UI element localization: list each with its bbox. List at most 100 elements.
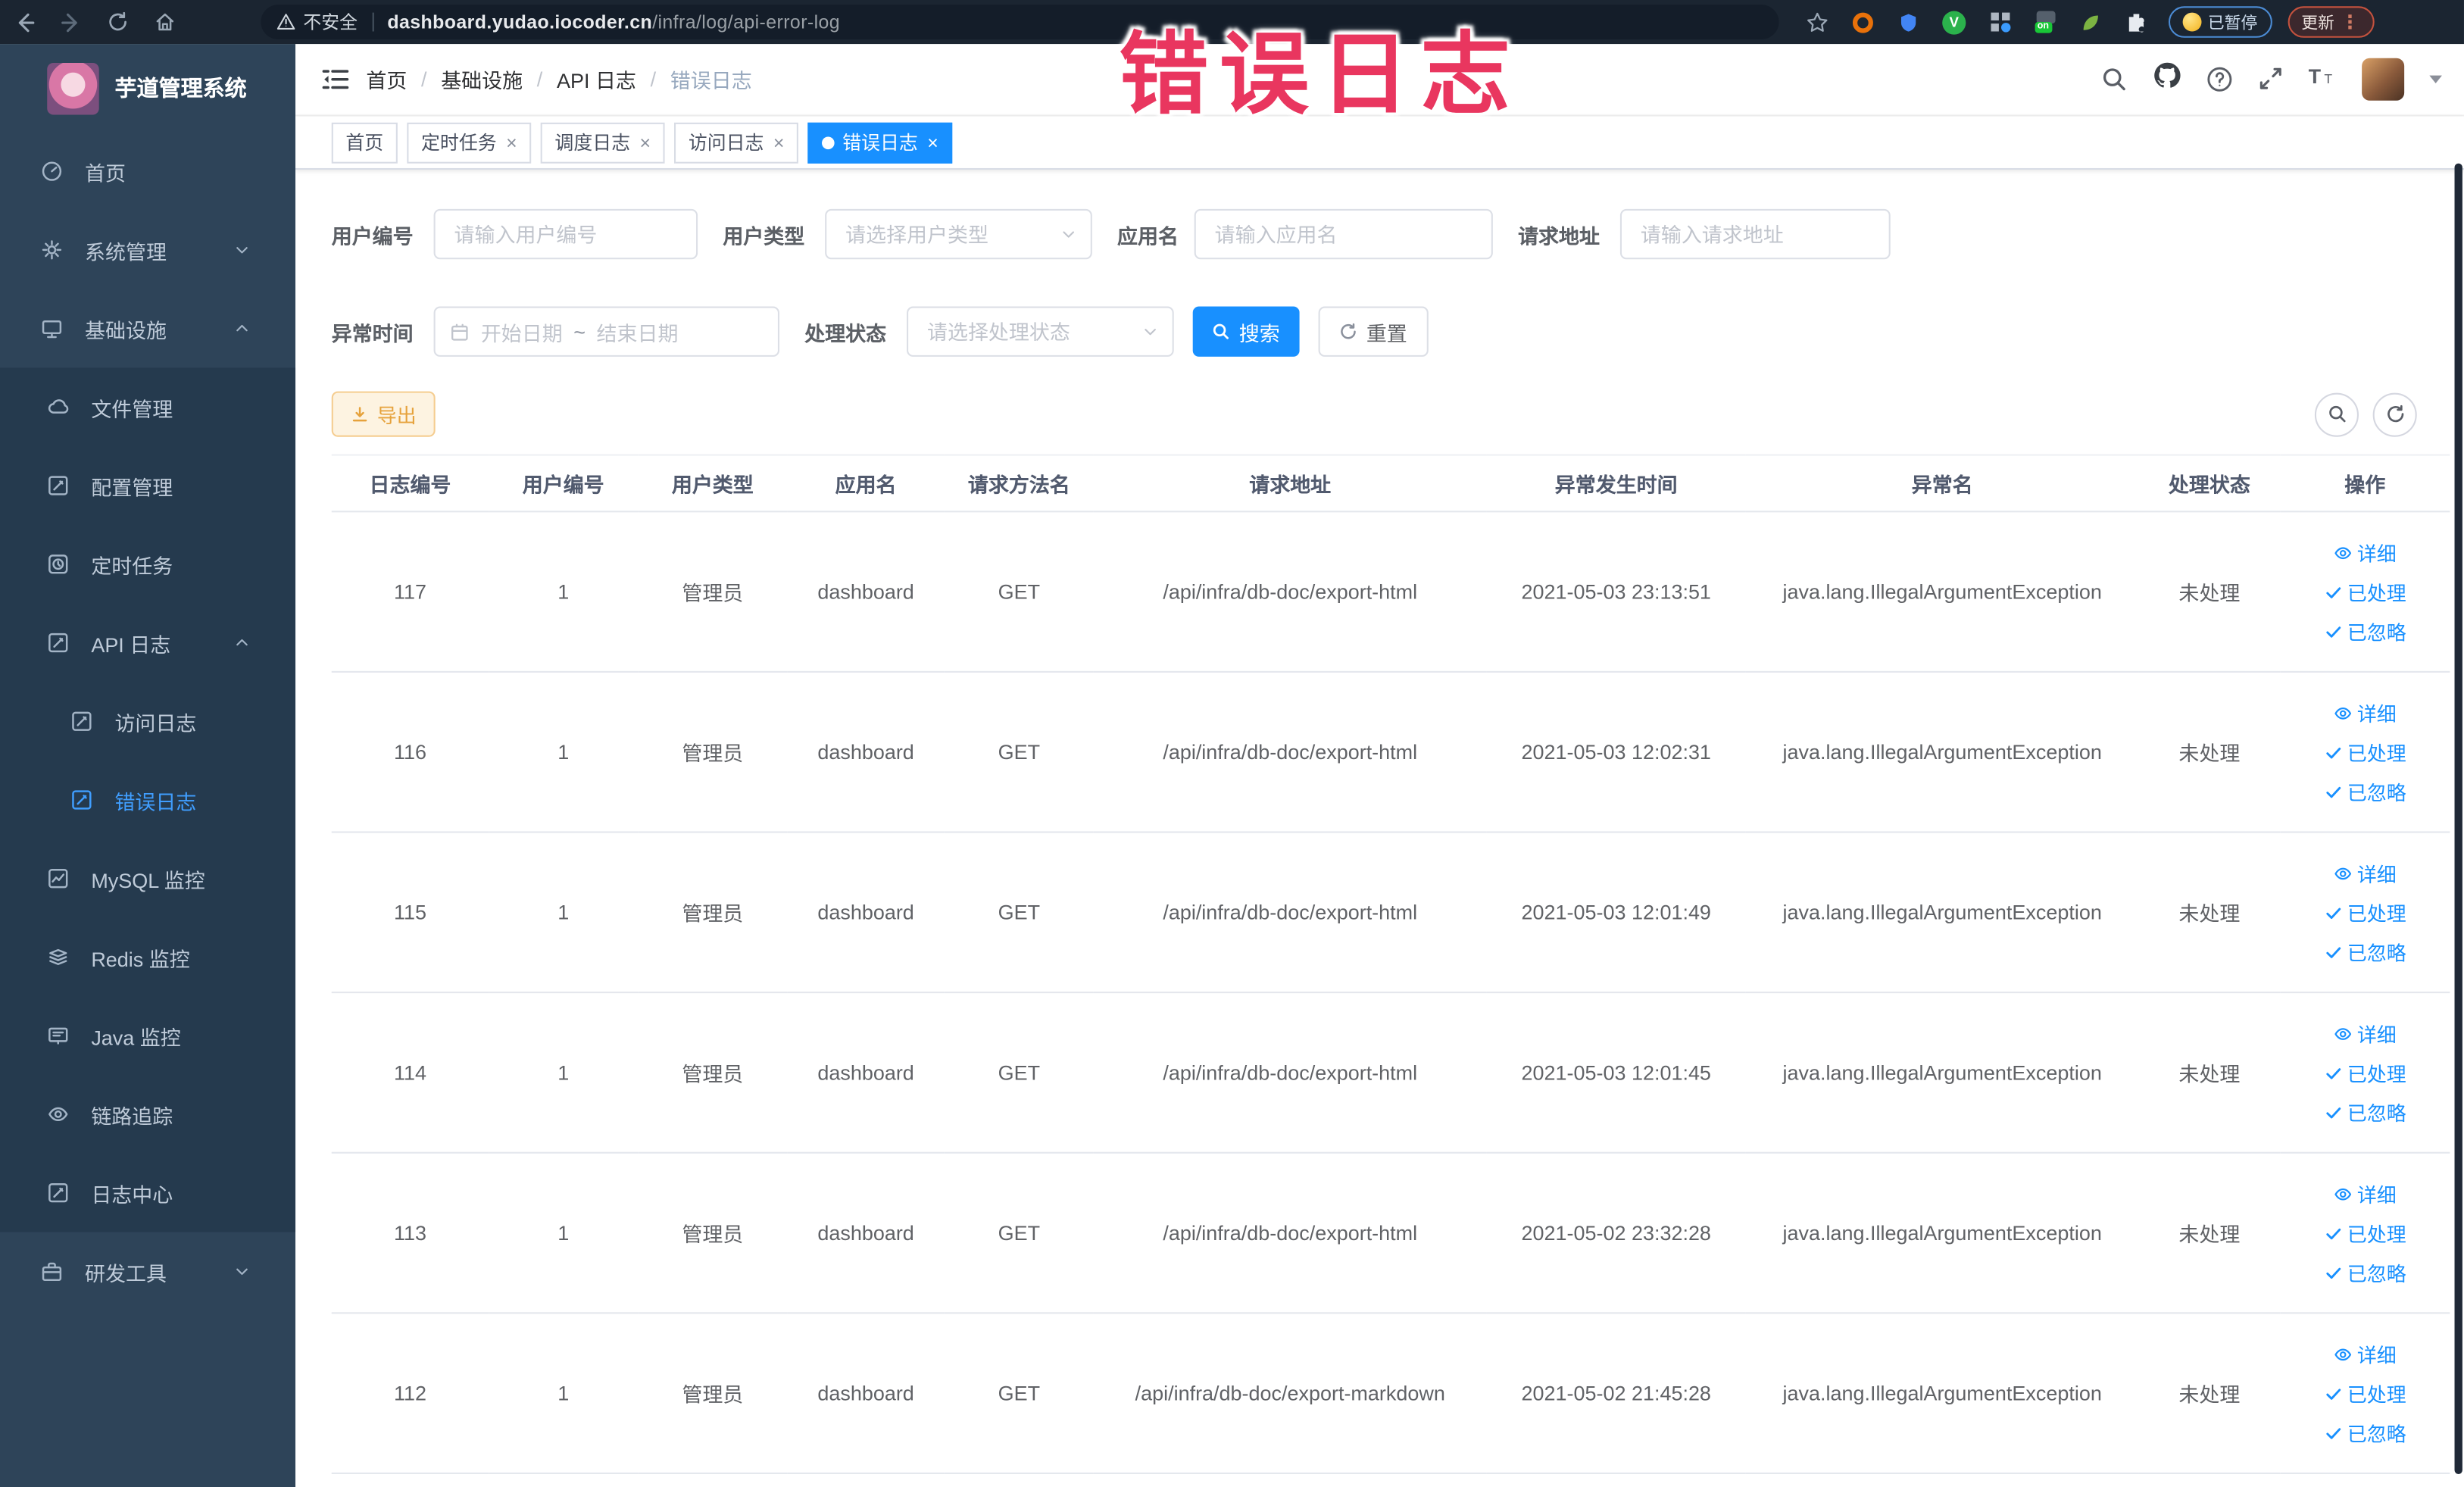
github-icon[interactable] bbox=[2153, 61, 2181, 98]
processed-link[interactable]: 已处理 bbox=[2324, 1218, 2406, 1248]
sidebar-item-error-logs[interactable]: 错误日志 bbox=[0, 761, 295, 839]
reset-button[interactable]: 重置 bbox=[1318, 306, 1429, 357]
tab-dispatch-logs[interactable]: 调度日志 × bbox=[540, 121, 665, 163]
breadcrumb-infrastructure[interactable]: 基础设施 bbox=[441, 64, 523, 94]
sidebar-item-access-logs[interactable]: 访问日志 bbox=[0, 682, 295, 761]
check-icon bbox=[2325, 746, 2341, 758]
sidebar-item-link-tracing[interactable]: 链路追踪 bbox=[0, 1075, 295, 1154]
bookmark-star-icon[interactable] bbox=[1794, 10, 1840, 33]
ignored-link[interactable]: 已忽略 bbox=[2324, 936, 2406, 966]
export-button[interactable]: 导出 bbox=[331, 391, 436, 437]
table-cell: 管理员 bbox=[638, 1152, 788, 1314]
detail-link[interactable]: 详细 bbox=[2334, 1339, 2397, 1369]
ignored-link[interactable]: 已忽略 bbox=[2324, 1257, 2406, 1287]
detail-link[interactable]: 详细 bbox=[2334, 858, 2397, 888]
header-search-icon[interactable] bbox=[2101, 65, 2128, 93]
sidebar-item-scheduled-tasks[interactable]: 定时任务 bbox=[0, 525, 295, 604]
breadcrumb: 首页 / 基础设施 / API 日志 / 错误日志 bbox=[366, 64, 751, 94]
user-menu-caret-icon[interactable] bbox=[2429, 75, 2442, 83]
ignored-link[interactable]: 已忽略 bbox=[2324, 1097, 2406, 1126]
fullscreen-icon[interactable] bbox=[2258, 65, 2283, 93]
extension-leaf-icon[interactable] bbox=[2068, 12, 2113, 33]
sidebar-item-file-management[interactable]: 文件管理 bbox=[0, 367, 295, 446]
sidebar-item-config-management[interactable]: 配置管理 bbox=[0, 446, 295, 525]
extension-on-badge-icon[interactable]: on bbox=[2022, 11, 2068, 33]
sidebar-item-api-logs[interactable]: API 日志 bbox=[0, 604, 295, 683]
processed-link[interactable]: 已处理 bbox=[2324, 1378, 2406, 1407]
detail-link[interactable]: 详细 bbox=[2334, 538, 2397, 567]
search-button[interactable]: 搜索 bbox=[1192, 306, 1300, 357]
browser-back-icon[interactable] bbox=[0, 3, 47, 41]
browser-home-icon[interactable] bbox=[142, 3, 189, 41]
processed-link[interactable]: 已处理 bbox=[2324, 737, 2406, 767]
sidebar-item-java-monitor[interactable]: Java 监控 bbox=[0, 996, 295, 1075]
user-id-input[interactable] bbox=[433, 208, 698, 260]
tab-access-logs[interactable]: 访问日志 × bbox=[674, 121, 799, 163]
sidebar-item-redis-monitor[interactable]: Redis 监控 bbox=[0, 918, 295, 997]
app-logo-row[interactable]: 芋道管理系统 bbox=[0, 44, 295, 132]
tab-error-logs[interactable]: 错误日志 × bbox=[807, 121, 953, 163]
sidebar-item-mysql-monitor[interactable]: MySQL 监控 bbox=[0, 839, 295, 918]
processed-link[interactable]: 已处理 bbox=[2324, 576, 2406, 606]
table-row: 114 1 管理员 dashboard GET/api/infra/db-doc/exp… bbox=[331, 992, 2450, 1154]
table-cell: GET bbox=[944, 992, 1094, 1154]
eye-icon bbox=[2334, 1027, 2352, 1039]
font-size-icon[interactable]: TT bbox=[2309, 63, 2337, 96]
user-type-select[interactable] bbox=[825, 208, 1092, 260]
exception-time-label: 异常时间 bbox=[331, 321, 414, 345]
extension-grid-icon[interactable] bbox=[1977, 11, 2022, 33]
table-cell: 管理员 bbox=[638, 511, 788, 673]
detail-link[interactable]: 详细 bbox=[2334, 1018, 2397, 1048]
toggle-search-button[interactable] bbox=[2314, 392, 2359, 436]
browser-reload-icon[interactable] bbox=[94, 3, 141, 41]
sidebar-item-system[interactable]: 系统管理 bbox=[0, 211, 295, 289]
scrollbar-thumb[interactable] bbox=[2454, 163, 2462, 1474]
address-bar[interactable]: 不安全 dashboard.yudao.iocoder.cn/infra/log… bbox=[261, 5, 1779, 39]
refresh-table-button[interactable] bbox=[2372, 392, 2417, 436]
table-cell: 2021-05-03 12:01:49 bbox=[1486, 832, 1746, 994]
processed-link[interactable]: 已处理 bbox=[2324, 898, 2406, 927]
extension-orange-icon[interactable] bbox=[1840, 11, 1885, 33]
table-toolbar: 导出 bbox=[331, 391, 2448, 437]
process-status-select[interactable] bbox=[907, 306, 1174, 357]
close-icon[interactable]: × bbox=[927, 131, 938, 153]
sidebar-item-infrastructure[interactable]: 基础设施 bbox=[0, 289, 295, 368]
ignored-link[interactable]: 已忽略 bbox=[2324, 776, 2406, 806]
table-cell: 2021-05-02 23:32:28 bbox=[1486, 1152, 1746, 1314]
extension-green-v-icon[interactable]: V bbox=[1932, 10, 1977, 34]
col-actions: 操作 bbox=[2280, 454, 2450, 513]
sidebar-item-log-center[interactable]: 日志中心 bbox=[0, 1154, 295, 1232]
exception-time-range-picker[interactable]: 开始日期 ~ 结束日期 bbox=[433, 306, 780, 357]
request-url-input[interactable] bbox=[1619, 208, 1891, 260]
error-log-table: 日志编号 用户编号 用户类型 应用名 请求方法名 请求地址 异常发生时间 异常名… bbox=[331, 454, 2450, 1474]
app-name-input[interactable] bbox=[1194, 208, 1493, 260]
close-icon[interactable]: × bbox=[639, 131, 651, 153]
extensions-puzzle-icon[interactable] bbox=[2113, 12, 2159, 33]
ignored-link[interactable]: 已忽略 bbox=[2324, 1417, 2406, 1447]
tab-home[interactable]: 首页 bbox=[331, 121, 398, 163]
hamburger-icon[interactable] bbox=[295, 67, 366, 91]
tab-scheduled-tasks[interactable]: 定时任务 × bbox=[407, 121, 532, 163]
user-avatar[interactable] bbox=[2362, 58, 2405, 101]
detail-link[interactable]: 详细 bbox=[2334, 698, 2397, 727]
close-icon[interactable]: × bbox=[773, 131, 785, 153]
ignored-link[interactable]: 已忽略 bbox=[2324, 616, 2406, 645]
chevron-down-icon bbox=[1145, 329, 1156, 336]
close-icon[interactable]: × bbox=[506, 131, 517, 153]
breadcrumb-api-logs[interactable]: API 日志 bbox=[557, 64, 636, 94]
table-cell: java.lang.IllegalArgumentException bbox=[1745, 1152, 2139, 1314]
update-button[interactable]: 更新 ⋮ bbox=[2287, 6, 2374, 38]
sidebar-item-dev-tools[interactable]: 研发工具 bbox=[0, 1232, 295, 1310]
detail-link[interactable]: 详细 bbox=[2334, 1179, 2397, 1208]
browser-forward-icon[interactable] bbox=[47, 3, 94, 41]
help-icon[interactable] bbox=[2206, 65, 2233, 93]
extension-shield-icon[interactable] bbox=[1886, 12, 1932, 33]
sidebar-item-home[interactable]: 首页 bbox=[0, 132, 295, 211]
edit-icon bbox=[48, 476, 68, 495]
paused-badge[interactable]: 已暂停 bbox=[2168, 6, 2272, 38]
chevron-up-icon bbox=[236, 639, 248, 646]
processed-link[interactable]: 已处理 bbox=[2324, 1057, 2406, 1087]
browser-menu-dots-icon[interactable]: ⋮ bbox=[2341, 11, 2359, 33]
table-cell: 2021-05-02 21:45:28 bbox=[1486, 1313, 1746, 1474]
breadcrumb-home[interactable]: 首页 bbox=[366, 64, 407, 94]
